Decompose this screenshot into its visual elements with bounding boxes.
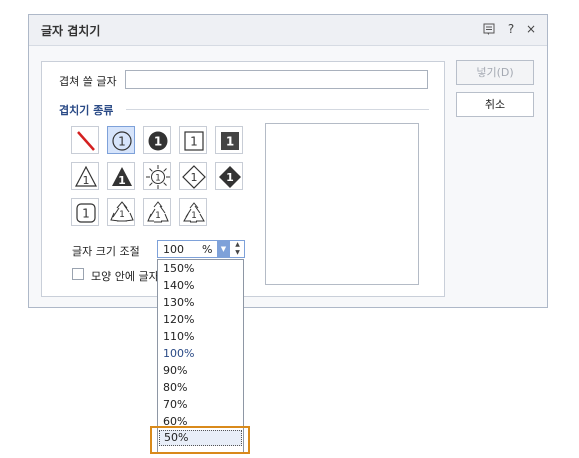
- svg-text:1: 1: [118, 174, 126, 187]
- help-book-icon[interactable]: [481, 21, 497, 37]
- shape-rounded-square[interactable]: 1: [71, 198, 99, 226]
- svg-text:1: 1: [155, 211, 161, 221]
- svg-text:1: 1: [226, 171, 234, 184]
- shape-diamond[interactable]: 1: [179, 162, 207, 190]
- size-option-110[interactable]: 110%: [163, 329, 194, 345]
- svg-text:1: 1: [191, 211, 197, 221]
- dialog-title: 글자 겹치기: [41, 24, 101, 38]
- size-dropdown-list: 150% 140% 130% 120% 110% 100% 90% 80% 70…: [157, 259, 244, 453]
- shape-filled-square[interactable]: 1: [215, 126, 243, 154]
- dropdown-arrow-icon[interactable]: ▼: [217, 241, 230, 257]
- size-option-80[interactable]: 80%: [163, 380, 187, 396]
- svg-text:1: 1: [83, 174, 90, 187]
- spin-up-icon[interactable]: ▲: [231, 241, 244, 249]
- overlap-text-label: 겹쳐 쓸 글자: [59, 75, 117, 88]
- size-option-100[interactable]: 100%: [163, 346, 194, 362]
- size-option-140[interactable]: 140%: [163, 278, 194, 294]
- shape-none[interactable]: [71, 126, 99, 154]
- size-spinner[interactable]: ▲ ▼: [231, 241, 244, 257]
- size-unit: %: [202, 243, 213, 256]
- overlap-text-input[interactable]: [125, 70, 428, 89]
- svg-text:1: 1: [154, 135, 162, 149]
- svg-text:1: 1: [190, 135, 198, 149]
- shape-sun[interactable]: 1: [143, 162, 171, 190]
- highlight-box: [150, 426, 250, 454]
- svg-text:1: 1: [119, 210, 125, 220]
- size-option-70[interactable]: 70%: [163, 397, 187, 413]
- shape-inside-label: 모양 안에 글자: [91, 270, 159, 283]
- svg-text:1: 1: [82, 207, 90, 221]
- size-value: 100: [163, 243, 184, 256]
- size-option-130[interactable]: 130%: [163, 295, 194, 311]
- shape-filled-circle[interactable]: 1: [143, 126, 171, 154]
- svg-text:1: 1: [118, 135, 126, 149]
- shape-square[interactable]: 1: [179, 126, 207, 154]
- shape-recycle-3[interactable]: 1: [179, 198, 207, 226]
- size-combobox[interactable]: 100 % ▼ ▲ ▼: [157, 240, 245, 258]
- section-divider: [126, 109, 429, 110]
- shape-circle[interactable]: 1: [107, 126, 135, 154]
- section-title-overlap-type: 겹치기 종류: [59, 104, 114, 117]
- insert-button[interactable]: 넣기(D): [456, 60, 534, 85]
- size-label: 글자 크기 조절: [72, 245, 140, 258]
- shape-triangle[interactable]: 1: [71, 162, 99, 190]
- shape-filled-diamond[interactable]: 1: [215, 162, 243, 190]
- question-icon[interactable]: ?: [503, 21, 519, 37]
- shape-recycle-1[interactable]: 1: [107, 198, 135, 226]
- shape-recycle-2[interactable]: 1: [143, 198, 171, 226]
- title-bar: 글자 겹치기 ? ×: [29, 15, 547, 46]
- svg-text:1: 1: [155, 174, 161, 184]
- size-option-150[interactable]: 150%: [163, 261, 194, 277]
- close-icon[interactable]: ×: [523, 21, 539, 37]
- svg-text:1: 1: [191, 171, 198, 184]
- overlap-characters-dialog: 글자 겹치기 ? × 겹쳐 쓸 글자 겹치기 종류 1 1 1 1 1 1 1 …: [28, 14, 548, 308]
- spin-down-icon[interactable]: ▼: [231, 249, 244, 257]
- shape-inside-checkbox[interactable]: [72, 268, 84, 280]
- size-option-90[interactable]: 90%: [163, 363, 187, 379]
- preview-box: [265, 123, 419, 285]
- size-option-120[interactable]: 120%: [163, 312, 194, 328]
- svg-text:1: 1: [226, 135, 234, 149]
- shape-filled-triangle[interactable]: 1: [107, 162, 135, 190]
- cancel-button[interactable]: 취소: [456, 92, 534, 117]
